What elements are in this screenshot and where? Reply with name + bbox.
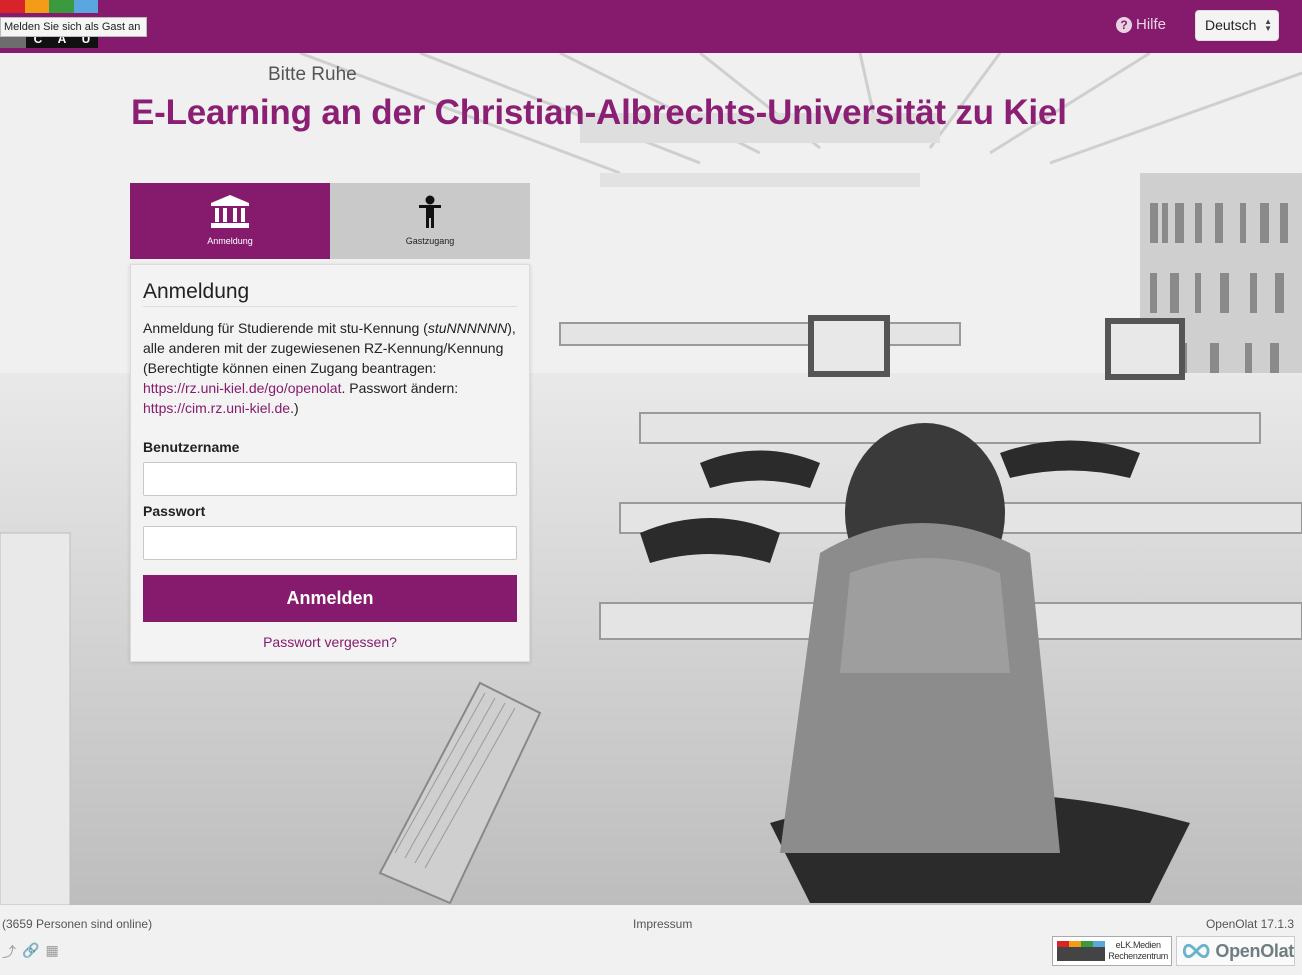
tab-label: Anmeldung <box>207 236 253 246</box>
desc-text: .) <box>290 400 299 416</box>
background-sign-text: Bitte Ruhe <box>268 64 357 85</box>
link-icon[interactable]: 🔗 <box>22 942 39 962</box>
login-submit-button[interactable]: Anmelden <box>143 575 517 622</box>
tab-anmeldung[interactable]: Anmeldung <box>130 183 330 259</box>
guest-login-tooltip: Melden Sie sich als Gast an <box>0 17 148 37</box>
rz-request-link[interactable]: https://rz.uni-kiel.de/go/openolat <box>143 380 341 396</box>
logo-color-stripes <box>0 0 98 13</box>
tab-label: Gastzugang <box>405 236 455 246</box>
forgot-password-link[interactable]: Passwort vergessen? <box>131 634 529 650</box>
select-arrows-icon: ▲ ▼ <box>1264 17 1272 33</box>
online-count: (3659 Personen sind online) <box>2 917 153 931</box>
login-heading: Anmeldung <box>143 280 250 303</box>
heading-divider <box>143 306 517 307</box>
elk-medien-logo[interactable]: eLK.Medien Rechenzentrum <box>1052 936 1172 966</box>
username-label: Benutzername <box>143 439 240 455</box>
openolat-logo-text: OpenOlat <box>1215 940 1294 961</box>
top-navbar: C A U Melden Sie sich als Gast an ? Hilf… <box>0 0 1302 53</box>
desc-text: Anmeldung für Studierende mit stu-Kennun… <box>143 320 428 336</box>
username-input[interactable] <box>143 462 517 496</box>
cim-password-link[interactable]: https://cim.rz.uni-kiel.de <box>143 400 290 416</box>
password-label: Passwort <box>143 503 206 519</box>
elk-line1: eLK.Medien <box>1115 940 1161 950</box>
help-label: Hilfe <box>1136 16 1167 33</box>
page-title: E-Learning an der Christian-Albrechts-Un… <box>131 93 1067 132</box>
help-link[interactable]: ? Hilfe <box>1116 16 1166 33</box>
impressum-link[interactable]: Impressum <box>633 917 692 931</box>
question-circle-icon: ? <box>1116 16 1132 33</box>
language-select[interactable]: Deutsch ▲ ▼ <box>1195 10 1279 41</box>
password-input[interactable] <box>143 526 517 560</box>
elk-line2: Rechenzentrum <box>1108 951 1168 961</box>
language-selected-value: Deutsch <box>1205 17 1257 33</box>
desc-text: . Passwort ändern: <box>341 380 459 396</box>
qr-code-icon[interactable]: ▦ <box>45 942 58 962</box>
share-icon[interactable]: ⤴ <box>2 942 16 962</box>
tab-gastzugang[interactable]: Gastzugang <box>330 183 530 259</box>
login-panel: Anmeldung Anmeldung für Studierende mit … <box>130 264 530 662</box>
desc-username-pattern: stuNNNNNN <box>427 320 508 336</box>
bank-icon <box>211 195 249 228</box>
elk-logo-text: eLK.Medien Rechenzentrum <box>1108 940 1168 962</box>
footer: (3659 Personen sind online) Impressum Op… <box>0 905 1302 975</box>
version-label: OpenOlat 17.1.3 <box>1205 917 1294 931</box>
cau-mini-logo-icon <box>1057 941 1105 961</box>
footer-icons: ⤴ 🔗 ▦ <box>2 942 59 962</box>
openolat-logo[interactable]: OpenOlat <box>1176 936 1295 966</box>
infinity-icon <box>1182 943 1210 959</box>
login-description: Anmeldung für Studierende mit stu-Kennun… <box>143 318 521 418</box>
person-icon <box>419 195 441 228</box>
